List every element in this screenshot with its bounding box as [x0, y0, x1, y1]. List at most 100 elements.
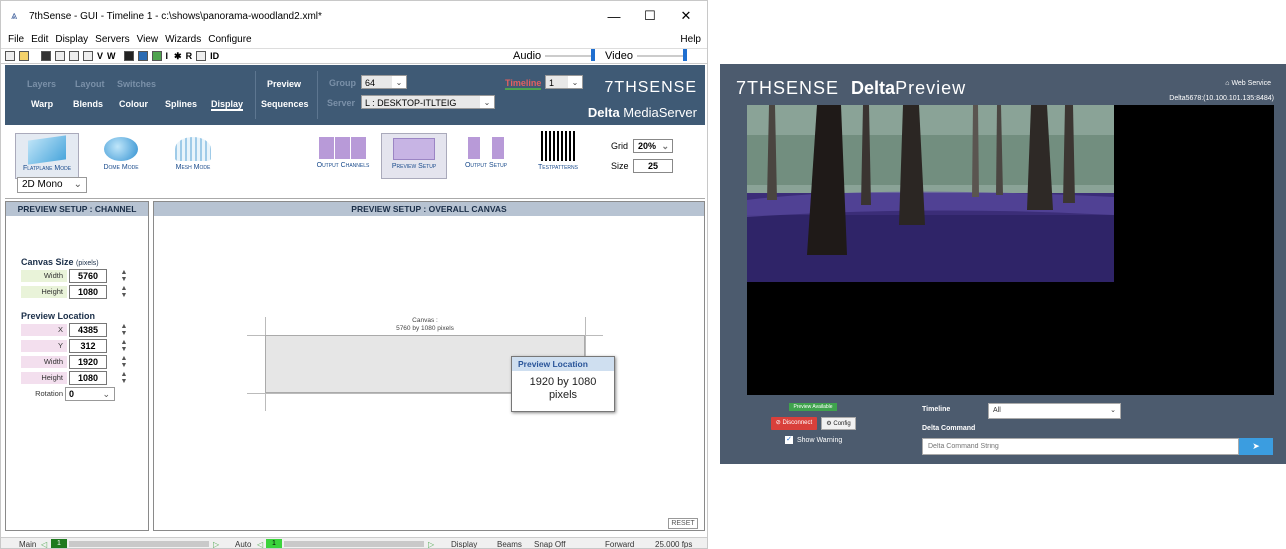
preview-height-input[interactable]: 1080	[69, 371, 107, 385]
menu-file[interactable]: File	[8, 34, 24, 45]
menu-display[interactable]: Display	[55, 34, 88, 45]
output-setup-button[interactable]: Output Setup	[455, 137, 517, 169]
mesh-mode-button[interactable]: Mesh Mode	[163, 137, 223, 171]
layout-icon[interactable]	[83, 51, 93, 61]
channel-segment[interactable]	[384, 541, 394, 547]
flatplane-mode-button[interactable]: Flatplane Mode	[15, 133, 79, 179]
toolbar-v[interactable]: V	[97, 51, 103, 61]
menu-edit[interactable]: Edit	[31, 34, 48, 45]
channel-segment[interactable]	[404, 541, 414, 547]
channel-segment[interactable]	[109, 541, 119, 547]
show-warning-toggle[interactable]: ✓ Show Warning	[785, 436, 842, 444]
timeline-select[interactable]: 1 ⌄	[545, 75, 583, 89]
preview-width-input[interactable]: 1920	[69, 355, 107, 369]
channel-segment[interactable]	[119, 541, 129, 547]
spinner-icon[interactable]: ▲ ▼	[120, 355, 128, 369]
channel-segment[interactable]	[394, 541, 404, 547]
channel-segment[interactable]	[99, 541, 109, 547]
window-icon[interactable]	[69, 51, 79, 61]
disconnect-button[interactable]: ⊘ Disconnect	[771, 417, 817, 430]
channel-segment[interactable]	[314, 541, 324, 547]
web-service-link[interactable]: ⌂ Web Service	[1225, 80, 1271, 87]
channel-segment[interactable]	[304, 541, 314, 547]
testpatterns-button[interactable]: Testpatterns	[525, 131, 591, 171]
auto-forward-icon[interactable]: ▷	[428, 540, 434, 548]
channel-segment[interactable]	[284, 541, 294, 547]
x-input[interactable]: 4385	[69, 323, 107, 337]
menu-configure[interactable]: Configure	[208, 34, 251, 45]
status-display[interactable]: Display	[451, 540, 477, 548]
open-file-icon[interactable]	[19, 51, 29, 61]
channel-segment[interactable]	[364, 541, 374, 547]
tab-preview[interactable]: Preview	[267, 79, 301, 89]
send-button[interactable]: ➤	[1239, 438, 1273, 455]
tab-layout[interactable]: Layout	[75, 79, 105, 89]
status-snap[interactable]: Snap Off	[534, 540, 565, 548]
toolbar-w[interactable]: W	[107, 51, 116, 61]
tab-layers[interactable]: Layers	[27, 79, 56, 89]
group-select[interactable]: 64 ⌄	[361, 75, 407, 89]
checkbox-checked-icon[interactable]: ✓	[785, 436, 793, 444]
channel-segment[interactable]	[129, 541, 139, 547]
channel-segment[interactable]	[169, 541, 179, 547]
size-input[interactable]: 25	[633, 159, 673, 173]
channel-segment[interactable]	[69, 541, 79, 547]
audio-slider-knob[interactable]	[591, 49, 595, 61]
toolbar-r[interactable]: R	[186, 51, 193, 61]
reset-button[interactable]: RESET	[668, 518, 698, 529]
main-forward-icon[interactable]: ▷	[213, 540, 219, 548]
channel-segment[interactable]	[179, 541, 189, 547]
status-beams[interactable]: Beams	[497, 540, 522, 548]
channel-segment[interactable]	[324, 541, 334, 547]
config-button[interactable]: ⚙ Config	[821, 417, 856, 430]
new-file-icon[interactable]	[5, 51, 15, 61]
channel-segment[interactable]	[159, 541, 169, 547]
tab-switches[interactable]: Switches	[117, 79, 156, 89]
menu-view[interactable]: View	[137, 34, 159, 45]
channel-segment[interactable]	[149, 541, 159, 547]
channel-segment[interactable]	[89, 541, 99, 547]
toolbar-i[interactable]: I	[166, 51, 169, 61]
dome-mode-button[interactable]: Dome Mode	[91, 137, 151, 171]
tab-colour[interactable]: Colour	[119, 99, 148, 109]
audio-slider[interactable]	[545, 55, 593, 57]
video-slider[interactable]	[637, 55, 685, 57]
auto-back-icon[interactable]: ◁	[257, 540, 263, 548]
tab-sequences[interactable]: Sequences	[261, 99, 309, 109]
spinner-icon[interactable]: ▲ ▼	[120, 269, 128, 283]
rotation-select[interactable]: 0 ⌄	[65, 387, 115, 401]
grid-select[interactable]: 20% ⌄	[633, 139, 673, 153]
output-channels-button[interactable]: Output Channels	[309, 137, 377, 169]
channel-segment[interactable]	[294, 541, 304, 547]
channel-segment[interactable]	[414, 541, 424, 547]
main-back-icon[interactable]: ◁	[41, 540, 47, 548]
channel-segment[interactable]	[139, 541, 149, 547]
close-button[interactable]: ✕	[663, 1, 707, 31]
mode-select[interactable]: 2D Mono ⌄	[17, 177, 87, 193]
print-icon[interactable]	[55, 51, 65, 61]
channel-segment[interactable]	[334, 541, 344, 547]
grid-icon[interactable]	[196, 51, 207, 61]
tab-splines[interactable]: Splines	[165, 99, 197, 109]
channel-segment[interactable]	[79, 541, 89, 547]
tab-warp[interactable]: Warp	[31, 99, 53, 109]
chart-icon[interactable]	[151, 51, 162, 61]
monitor-icon[interactable]	[123, 51, 134, 61]
menu-wizards[interactable]: Wizards	[165, 34, 201, 45]
spinner-icon[interactable]: ▲ ▼	[120, 371, 128, 385]
preview-setup-button[interactable]: Preview Setup	[381, 133, 447, 179]
y-input[interactable]: 312	[69, 339, 107, 353]
screen-icon[interactable]	[137, 51, 148, 61]
tab-display[interactable]: Display	[211, 99, 244, 111]
timeline-select[interactable]: All ⌄	[988, 403, 1121, 419]
channel-segment[interactable]	[344, 541, 354, 547]
toolbar-id[interactable]: ID	[210, 51, 219, 61]
server-select[interactable]: L : DESKTOP-ITLTEIG ⌄	[361, 95, 495, 109]
channel-segment[interactable]	[189, 541, 199, 547]
channel-segment[interactable]	[354, 541, 364, 547]
channel-segment[interactable]	[374, 541, 384, 547]
video-slider-knob[interactable]	[683, 49, 687, 61]
canvas-height-input[interactable]: 1080	[69, 285, 107, 299]
channel-segment[interactable]	[199, 541, 209, 547]
spinner-icon[interactable]: ▲ ▼	[120, 339, 128, 353]
